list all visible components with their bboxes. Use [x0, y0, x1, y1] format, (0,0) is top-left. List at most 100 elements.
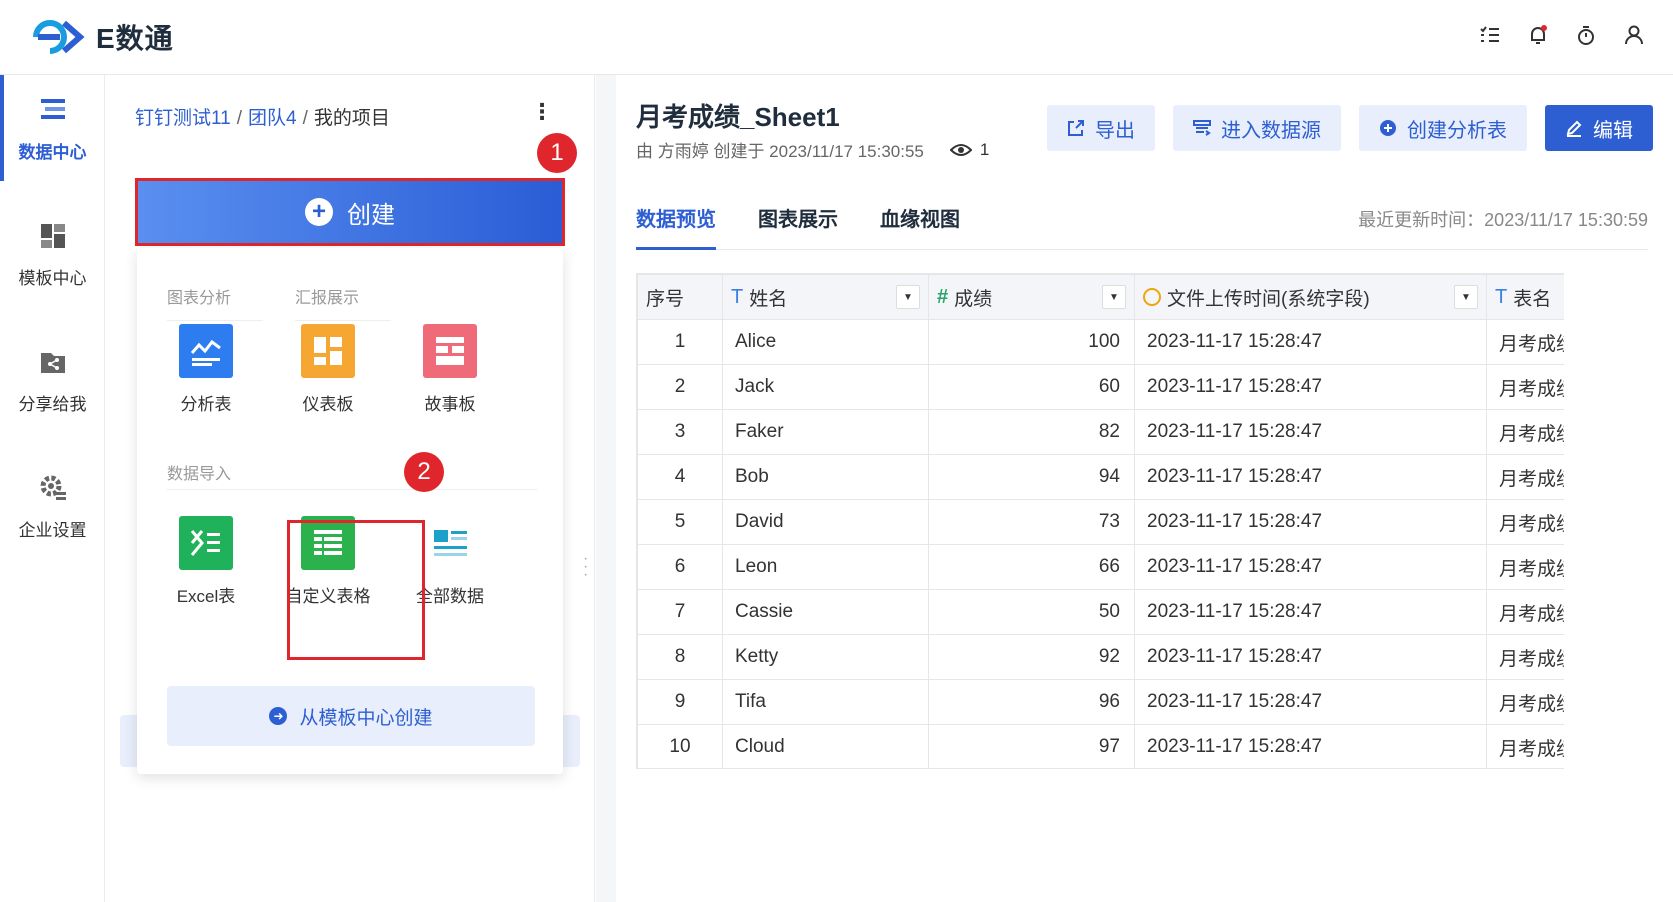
table-row[interactable]: 2Jack602023-11-17 15:28:47月考成绩	[637, 364, 1564, 410]
table-row[interactable]: 4Bob942023-11-17 15:28:47月考成绩	[637, 454, 1564, 500]
table-header-row: 序号 T 姓名 ▼ # 成绩 ▼ 文件上传时间(系统字段) ▼ T 表名	[637, 274, 1564, 320]
create-from-template-button[interactable]: ➜ 从模板中心创建	[167, 686, 535, 746]
cell-name: Bob	[722, 454, 929, 500]
header-label: 表名	[1513, 288, 1552, 310]
cell-score: 92	[928, 634, 1135, 680]
cell-score: 94	[928, 454, 1135, 500]
cell-name: Cassie	[722, 589, 929, 635]
template-button-label: 从模板中心创建	[299, 707, 433, 729]
table-row[interactable]: 5David732023-11-17 15:28:47月考成绩	[637, 499, 1564, 545]
cell-index: 6	[637, 544, 723, 590]
top-bar: E数通	[0, 0, 1673, 75]
column-header-table-name[interactable]: T 表名	[1486, 274, 1564, 320]
cell-upload-time: 2023-11-17 15:28:47	[1134, 364, 1487, 410]
bell-icon[interactable]	[1527, 24, 1549, 46]
enter-datasource-button[interactable]: 进入数据源	[1173, 105, 1341, 151]
cell-score: 96	[928, 679, 1135, 725]
table-row[interactable]: 10Cloud972023-11-17 15:28:47月考成绩	[637, 724, 1564, 768]
create-button[interactable]: + 创建	[135, 178, 565, 246]
rail-item-template-center[interactable]: 模板中心	[0, 201, 105, 301]
plus-circle-icon: +	[305, 198, 333, 226]
tile-label: 分析表	[180, 395, 232, 414]
datasource-label: 进入数据源	[1221, 119, 1321, 142]
step-badge-1: 1	[537, 133, 577, 173]
rail-item-share[interactable]: 分享给我	[0, 327, 105, 427]
table-row[interactable]: 9Tifa962023-11-17 15:28:47月考成绩	[637, 679, 1564, 725]
header-label: 文件上传时间(系统字段)	[1167, 288, 1370, 310]
data-table: 序号 T 姓名 ▼ # 成绩 ▼ 文件上传时间(系统字段) ▼ T 表名 1 A…	[637, 274, 1564, 768]
column-dropdown-icon[interactable]: ▼	[1454, 285, 1478, 309]
cell-upload-time: 2023-11-17 15:28:47	[1134, 724, 1487, 768]
rail-item-settings[interactable]: 企业设置	[0, 453, 105, 553]
cell-name: Alice	[722, 319, 929, 365]
edit-label: 编辑	[1593, 119, 1633, 142]
cell-index: 10	[637, 724, 723, 768]
user-icon[interactable]	[1623, 24, 1645, 46]
app-name: E数通	[96, 23, 174, 54]
cell-upload-time: 2023-11-17 15:28:47	[1134, 409, 1487, 455]
column-header-score[interactable]: # 成绩 ▼	[928, 274, 1135, 320]
data-table-container[interactable]: 序号 T 姓名 ▼ # 成绩 ▼ 文件上传时间(系统字段) ▼ T 表名 1 A…	[636, 273, 1564, 769]
tile-dashboard[interactable]: 仪表板	[273, 324, 383, 415]
rail-label: 分享给我	[18, 395, 87, 414]
cell-upload-time: 2023-11-17 15:28:47	[1134, 634, 1487, 680]
tile-storyboard[interactable]: 故事板	[395, 324, 505, 415]
section-chart-analysis: 图表分析	[167, 284, 263, 321]
cell-table-name: 月考成绩	[1486, 454, 1564, 500]
breadcrumb-link-org[interactable]: 钉钉测试11	[135, 108, 231, 129]
cell-upload-time: 2023-11-17 15:28:47	[1134, 544, 1487, 590]
eye-icon	[949, 143, 972, 156]
cell-score: 50	[928, 589, 1135, 635]
resize-handle[interactable]: · · ·	[583, 551, 588, 583]
section-data-import: 数据导入	[167, 466, 232, 483]
creator-info: 由 方雨婷 创建于 2023/11/17 15:30:55	[636, 142, 924, 161]
app-logo[interactable]: E数通	[28, 17, 174, 57]
cell-table-name: 月考成绩	[1486, 634, 1564, 680]
column-header-index: 序号	[637, 274, 723, 320]
rail-item-data-center[interactable]: 数据中心	[0, 75, 105, 181]
plus-circle-icon	[1380, 120, 1396, 136]
more-menu-icon[interactable]: ⋮	[531, 101, 553, 123]
breadcrumb-link-team[interactable]: 团队4	[248, 108, 297, 129]
view-count: 1	[979, 139, 990, 159]
column-dropdown-icon[interactable]: ▼	[1102, 285, 1126, 309]
excel-icon	[179, 516, 233, 570]
edit-button[interactable]: 编辑	[1545, 105, 1653, 151]
export-button[interactable]: 导出	[1047, 105, 1155, 151]
dashboard-icon	[301, 324, 355, 378]
cell-upload-time: 2023-11-17 15:28:47	[1134, 499, 1487, 545]
tile-analysis-table[interactable]: 分析表	[151, 324, 261, 415]
breadcrumb-current: 我的项目	[313, 108, 390, 129]
section-report-display: 汇报展示	[295, 284, 391, 321]
task-list-icon[interactable]	[1479, 24, 1501, 46]
table-row[interactable]: 7Cassie502023-11-17 15:28:47月考成绩	[637, 589, 1564, 635]
analysis-table-icon	[179, 324, 233, 378]
cell-index: 5	[637, 499, 723, 545]
rail-label: 企业设置	[18, 521, 87, 540]
create-dropdown-menu: 图表分析 汇报展示 分析表 仪表板 故事板 数据导入 Excel表 自定义表格	[137, 248, 563, 774]
table-row[interactable]: 8Ketty922023-11-17 15:28:47月考成绩	[637, 634, 1564, 680]
column-header-upload-time[interactable]: 文件上传时间(系统字段) ▼	[1134, 274, 1487, 320]
number-type-icon: #	[937, 285, 949, 308]
timer-icon[interactable]	[1575, 24, 1597, 46]
cell-name: Ketty	[722, 634, 929, 680]
tile-label: Excel表	[176, 587, 236, 606]
column-header-name[interactable]: T 姓名 ▼	[722, 274, 929, 320]
cell-score: 100	[928, 319, 1135, 365]
rail-label: 数据中心	[18, 143, 87, 162]
tile-excel[interactable]: Excel表	[151, 516, 261, 607]
cell-name: Tifa	[722, 679, 929, 725]
table-row[interactable]: 3Faker822023-11-17 15:28:47月考成绩	[637, 409, 1564, 455]
table-row[interactable]: 6Leon662023-11-17 15:28:47月考成绩	[637, 544, 1564, 590]
create-analysis-table-button[interactable]: 创建分析表	[1359, 105, 1527, 151]
cell-table-name: 月考成绩	[1486, 319, 1564, 365]
cell-index: 3	[637, 409, 723, 455]
cell-index: 4	[637, 454, 723, 500]
column-dropdown-icon[interactable]: ▼	[896, 285, 920, 309]
view-tabs: 数据预览 图表展示 血缘视图 最近更新时间：2023/11/17 15:30:5…	[636, 190, 1648, 250]
tab-chart-display[interactable]: 图表展示	[758, 190, 838, 250]
table-row[interactable]: 1Alice1002023-11-17 15:28:47月考成绩	[637, 319, 1564, 365]
cell-upload-time: 2023-11-17 15:28:47	[1134, 319, 1487, 365]
tab-data-preview[interactable]: 数据预览	[636, 190, 716, 250]
tab-lineage-view[interactable]: 血缘视图	[880, 190, 960, 250]
